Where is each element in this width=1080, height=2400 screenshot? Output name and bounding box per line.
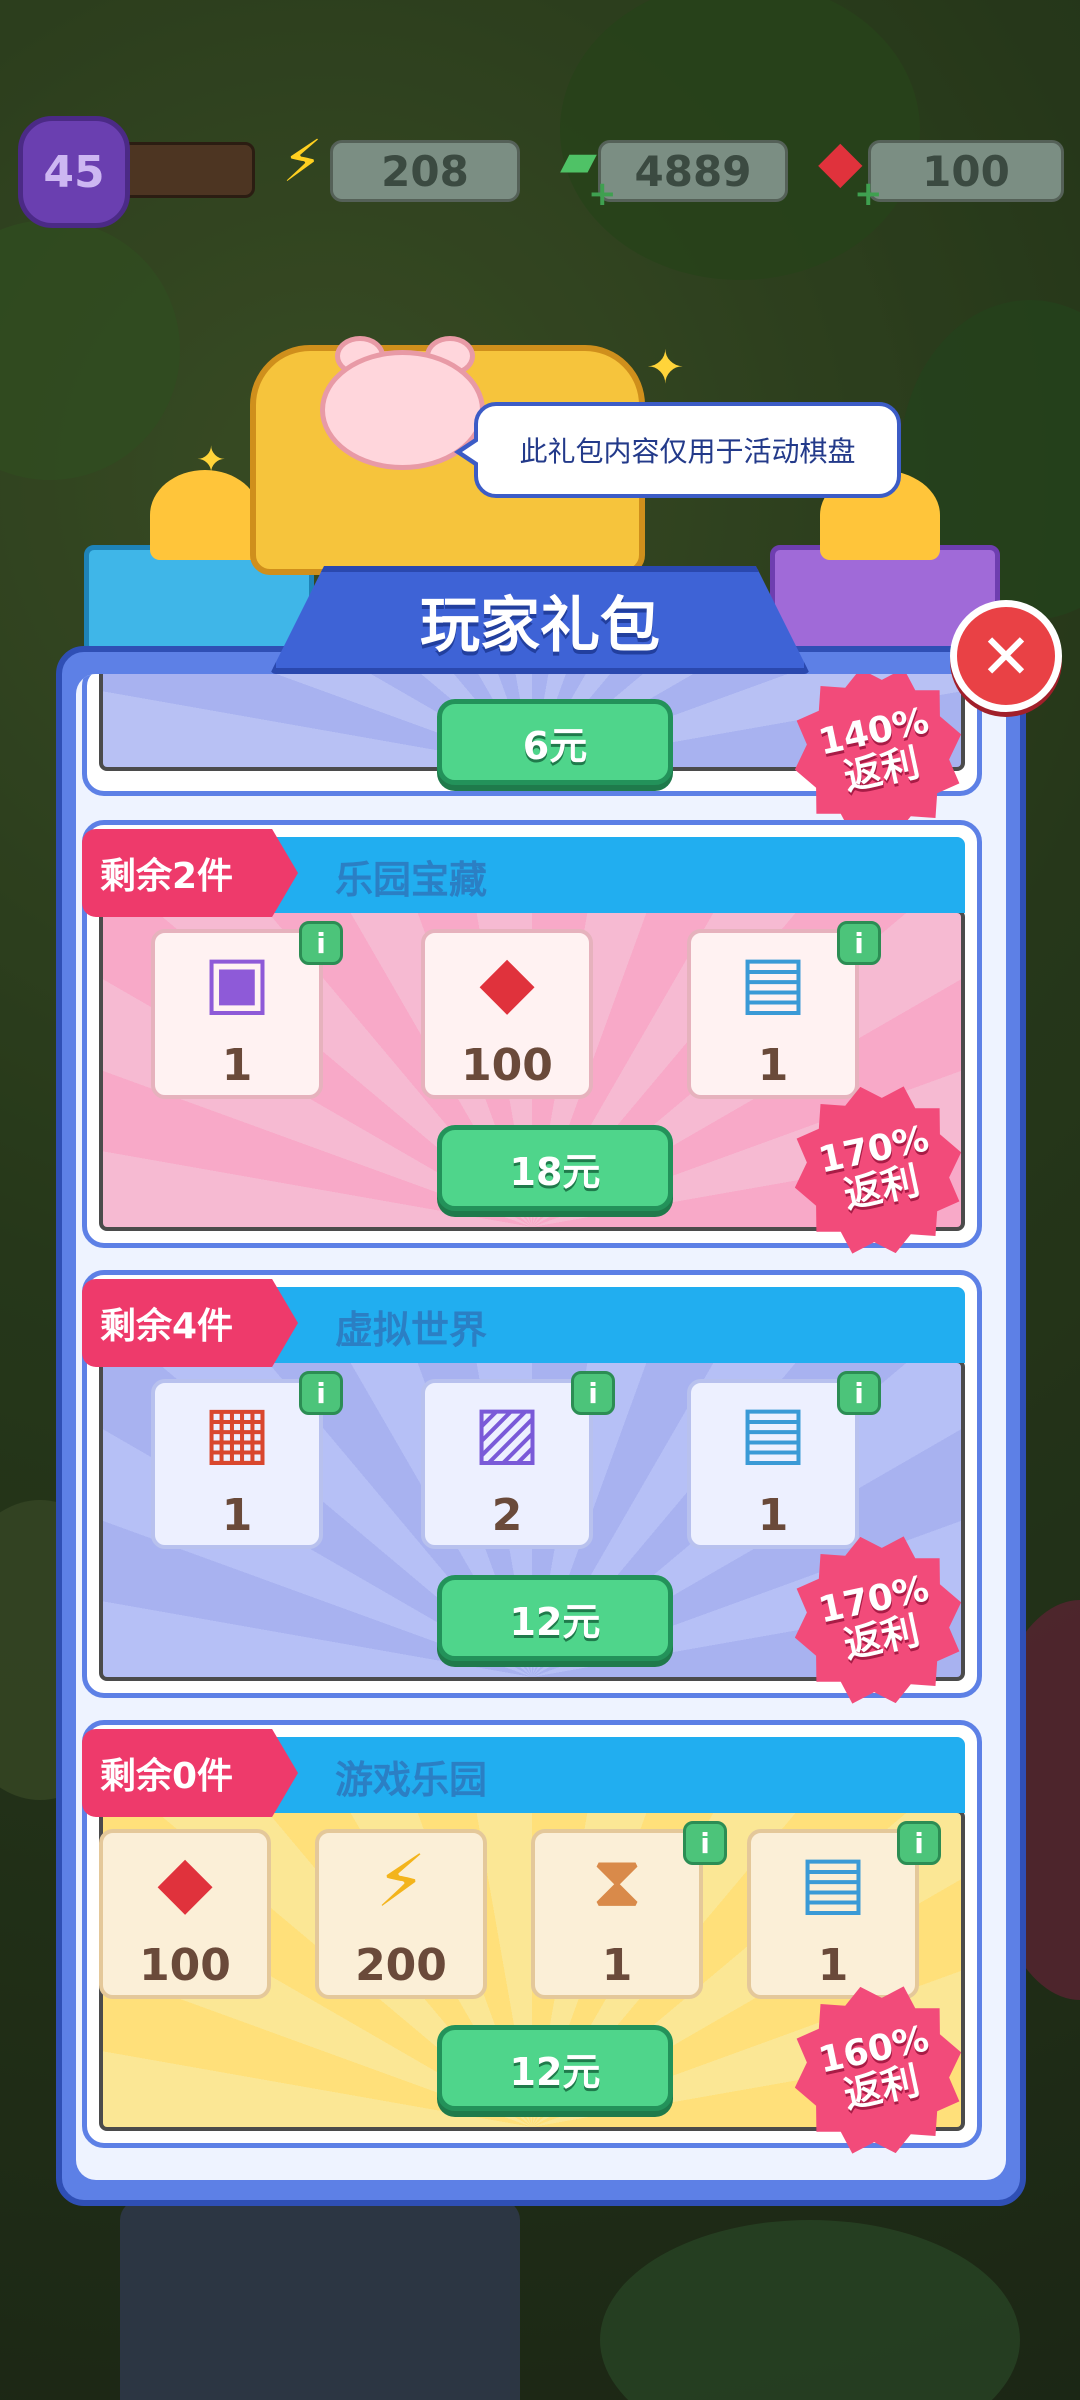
price-label: 12元: [509, 2049, 601, 2094]
item-qty: 2: [491, 1490, 523, 1541]
add-gems-icon[interactable]: +: [854, 174, 883, 214]
lightning-icon: ⚡: [375, 1839, 427, 1923]
pack-card: 6元 140% 返利: [82, 674, 982, 796]
item-tile[interactable]: ▤ 1: [687, 929, 859, 1099]
lightning-icon: ⚡: [282, 127, 323, 195]
cash-value: 4889: [634, 146, 752, 196]
pack-card: 游戏乐园 剩余0件 ◆ 100 ⚡ 200 ⧗ 1 i ▤ 1 i 12元 16…: [82, 1720, 982, 2148]
remaining-tag: 剩余4件: [82, 1279, 298, 1367]
item-tile[interactable]: ◆ 100: [421, 929, 593, 1099]
item-tile[interactable]: ⧗ 1: [531, 1829, 703, 1999]
item-tile[interactable]: ▤ 1: [687, 1379, 859, 1549]
item-qty: 1: [601, 1940, 633, 1991]
tooltip-bubble: 此礼包内容仅用于活动棋盘: [454, 402, 901, 498]
gift-bow-left: [150, 470, 260, 560]
hourglass-tile-icon: ⧗: [591, 1839, 643, 1923]
item-qty: 100: [461, 1040, 553, 1091]
game-card-icon: ▨: [472, 1389, 542, 1473]
item-qty: 1: [817, 1940, 849, 1991]
item-qty: 1: [757, 1040, 789, 1091]
info-icon[interactable]: i: [571, 1371, 615, 1415]
coin-case-icon: ▦: [202, 1389, 272, 1473]
price-label: 6元: [522, 723, 588, 768]
item-qty: 1: [221, 1490, 253, 1541]
panel-title: 玩家礼包: [270, 566, 810, 674]
close-icon: ✕: [980, 619, 1032, 693]
remaining-text: 剩余4件: [100, 1306, 234, 1347]
item-qty: 100: [139, 1940, 231, 1991]
level-badge[interactable]: 45: [18, 116, 130, 228]
buy-button[interactable]: 6元: [437, 699, 673, 785]
mystery-box-icon: ▣: [202, 939, 272, 1023]
close-button[interactable]: ✕: [950, 600, 1062, 712]
pack-card: 乐园宝藏 剩余2件 ▣ 1 i ◆ 100 ▤ 1 i 18元 170% 返利: [82, 820, 982, 1248]
buy-button[interactable]: 12元: [437, 1575, 673, 1661]
buy-button[interactable]: 12元: [437, 2025, 673, 2111]
sparkle-icon: ✦: [196, 440, 227, 481]
ruby-icon: ◆: [479, 939, 535, 1023]
item-qty: 1: [757, 1490, 789, 1541]
panel-scroll-area[interactable]: 6元 140% 返利 乐园宝藏 剩余2件 ▣ 1 i ◆ 100 ▤ 1 i 1…: [76, 674, 1006, 2180]
item-qty: 200: [355, 1940, 447, 1991]
panel-title-text: 玩家礼包: [420, 590, 660, 661]
tooltip-text: 此礼包内容仅用于活动棋盘: [519, 435, 856, 468]
pack-name: 乐园宝藏: [335, 858, 488, 902]
seed-packet-icon: ▤: [738, 939, 808, 1023]
item-tile[interactable]: ⚡ 200: [315, 1829, 487, 1999]
info-icon[interactable]: i: [837, 921, 881, 965]
item-qty: 1: [221, 1040, 253, 1091]
pack-card: 虚拟世界 剩余4件 ▦ 1 i ▨ 2 i ▤ 1 i 12元 170% 返利: [82, 1270, 982, 1698]
level-value: 45: [43, 146, 105, 198]
gem-value: 100: [922, 146, 1010, 196]
seed-packet-icon: ▤: [798, 1839, 868, 1923]
ruby-icon: ◆: [157, 1839, 213, 1923]
sparkle-icon: ✦: [646, 340, 685, 394]
gift-pack-panel: 6元 140% 返利 乐园宝藏 剩余2件 ▣ 1 i ◆ 100 ▤ 1 i 1…: [56, 646, 1026, 2206]
remaining-text: 剩余0件: [100, 1756, 234, 1797]
price-label: 18元: [509, 1149, 601, 1194]
info-icon[interactable]: i: [837, 1371, 881, 1415]
item-tile[interactable]: ▣ 1: [151, 929, 323, 1099]
item-tile[interactable]: ◆ 100: [99, 1829, 271, 1999]
buy-button[interactable]: 18元: [437, 1125, 673, 1211]
xp-bar: [120, 142, 255, 198]
remaining-tag: 剩余2件: [82, 829, 298, 917]
item-tile[interactable]: ▦ 1: [151, 1379, 323, 1549]
gem-counter[interactable]: 100: [868, 140, 1064, 202]
pack-name: 虚拟世界: [335, 1308, 488, 1352]
seed-packet-icon: ▤: [738, 1389, 808, 1473]
item-tile[interactable]: ▤ 1: [747, 1829, 919, 1999]
energy-value: 208: [381, 146, 469, 196]
price-label: 12元: [509, 1599, 601, 1644]
info-icon[interactable]: i: [299, 1371, 343, 1415]
cash-counter[interactable]: 4889: [598, 140, 788, 202]
remaining-tag: 剩余0件: [82, 1729, 298, 1817]
info-icon[interactable]: i: [299, 921, 343, 965]
info-icon[interactable]: i: [683, 1821, 727, 1865]
info-icon[interactable]: i: [897, 1821, 941, 1865]
energy-counter[interactable]: 208: [330, 140, 520, 202]
pack-name: 游戏乐园: [335, 1758, 488, 1802]
remaining-text: 剩余2件: [100, 856, 234, 897]
add-cash-icon[interactable]: +: [588, 174, 617, 214]
item-tile[interactable]: ▨ 2: [421, 1379, 593, 1549]
top-hud: 45 208 ⚡ 4889 ▰ + 100 ◆ +: [0, 116, 1080, 228]
